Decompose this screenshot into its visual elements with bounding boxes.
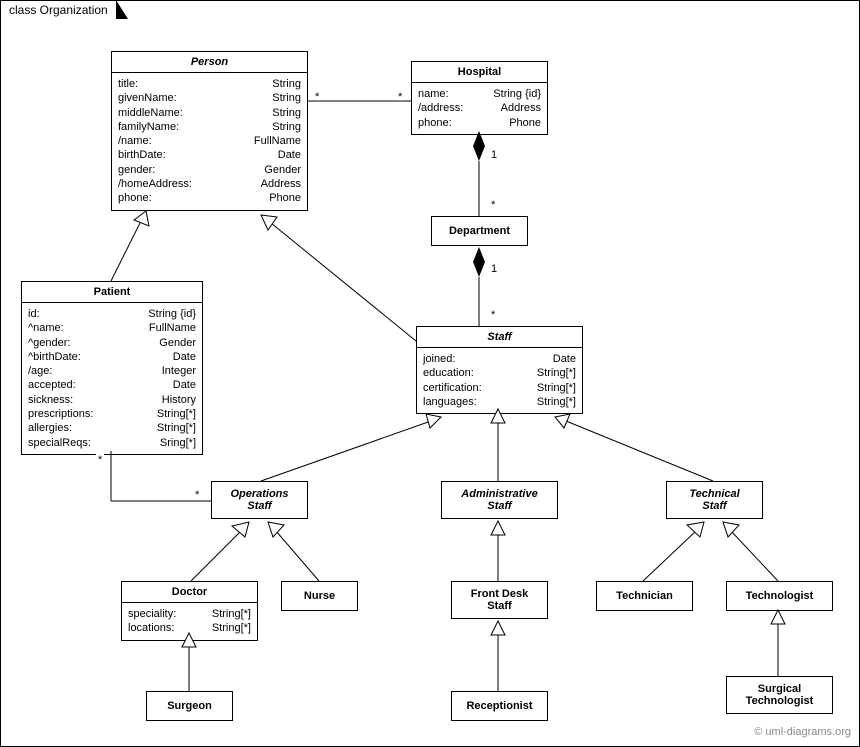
- class-tech-name: Technical Staff: [667, 482, 762, 518]
- class-technologist-name: Technologist: [727, 582, 832, 610]
- mult-dept-staff: 1: [489, 263, 499, 275]
- class-person-name: Person: [112, 52, 307, 73]
- class-technologist: Technologist: [726, 581, 833, 611]
- mult-patient-ops-r: *: [193, 489, 201, 501]
- class-technician-name: Technician: [597, 582, 692, 610]
- class-surgeon-name: Surgeon: [147, 692, 232, 720]
- class-patient-name: Patient: [22, 282, 202, 303]
- class-department: Department: [431, 216, 528, 246]
- class-surg-tech-name: Surgical Technologist: [727, 677, 832, 713]
- class-frontdesk-name: Front Desk Staff: [452, 582, 547, 618]
- class-hospital-attrs: name:String {id} /address:Address phone:…: [412, 83, 547, 134]
- class-nurse-name: Nurse: [282, 582, 357, 610]
- class-operations-staff: Operations Staff: [211, 481, 308, 519]
- package-name: class Organization: [9, 3, 108, 17]
- mult-patient-ops-l: *: [96, 454, 104, 466]
- mult-person-hospital-r: *: [396, 91, 404, 103]
- mult-hospital-dept: 1: [489, 149, 499, 161]
- class-ops-name: Operations Staff: [212, 482, 307, 518]
- class-hospital: Hospital name:String {id} /address:Addre…: [411, 61, 548, 135]
- class-person-attrs: title:String givenName:String middleName…: [112, 73, 307, 210]
- diagram-container: class Organization Person title:String g…: [0, 0, 860, 747]
- class-admin-staff: Administrative Staff: [441, 481, 558, 519]
- mult-person-hospital-l: *: [313, 91, 321, 103]
- class-department-name: Department: [432, 217, 527, 245]
- class-staff-attrs: joined:Date education:String[*] certific…: [417, 348, 582, 413]
- class-technician: Technician: [596, 581, 693, 611]
- watermark: © uml-diagrams.org: [754, 726, 851, 738]
- class-surg-tech: Surgical Technologist: [726, 676, 833, 714]
- class-doctor: Doctor speciality:String[*] locations:St…: [121, 581, 258, 641]
- class-patient-attrs: id:String {id} ^name:FullName ^gender:Ge…: [22, 303, 202, 454]
- class-staff: Staff joined:Date education:String[*] ce…: [416, 326, 583, 414]
- class-patient: Patient id:String {id} ^name:FullName ^g…: [21, 281, 203, 455]
- mult-staff-dept: *: [489, 309, 497, 321]
- class-frontdesk: Front Desk Staff: [451, 581, 548, 619]
- class-admin-name: Administrative Staff: [442, 482, 557, 518]
- class-receptionist-name: Receptionist: [452, 692, 547, 720]
- class-doctor-attrs: speciality:String[*] locations:String[*]: [122, 603, 257, 640]
- class-receptionist: Receptionist: [451, 691, 548, 721]
- mult-dept-hospital: *: [489, 199, 497, 211]
- package-tab: class Organization: [0, 0, 117, 19]
- class-person: Person title:String givenName:String mid…: [111, 51, 308, 211]
- class-nurse: Nurse: [281, 581, 358, 611]
- class-staff-name: Staff: [417, 327, 582, 348]
- class-surgeon: Surgeon: [146, 691, 233, 721]
- class-doctor-name: Doctor: [122, 582, 257, 603]
- class-tech-staff: Technical Staff: [666, 481, 763, 519]
- class-hospital-name: Hospital: [412, 62, 547, 83]
